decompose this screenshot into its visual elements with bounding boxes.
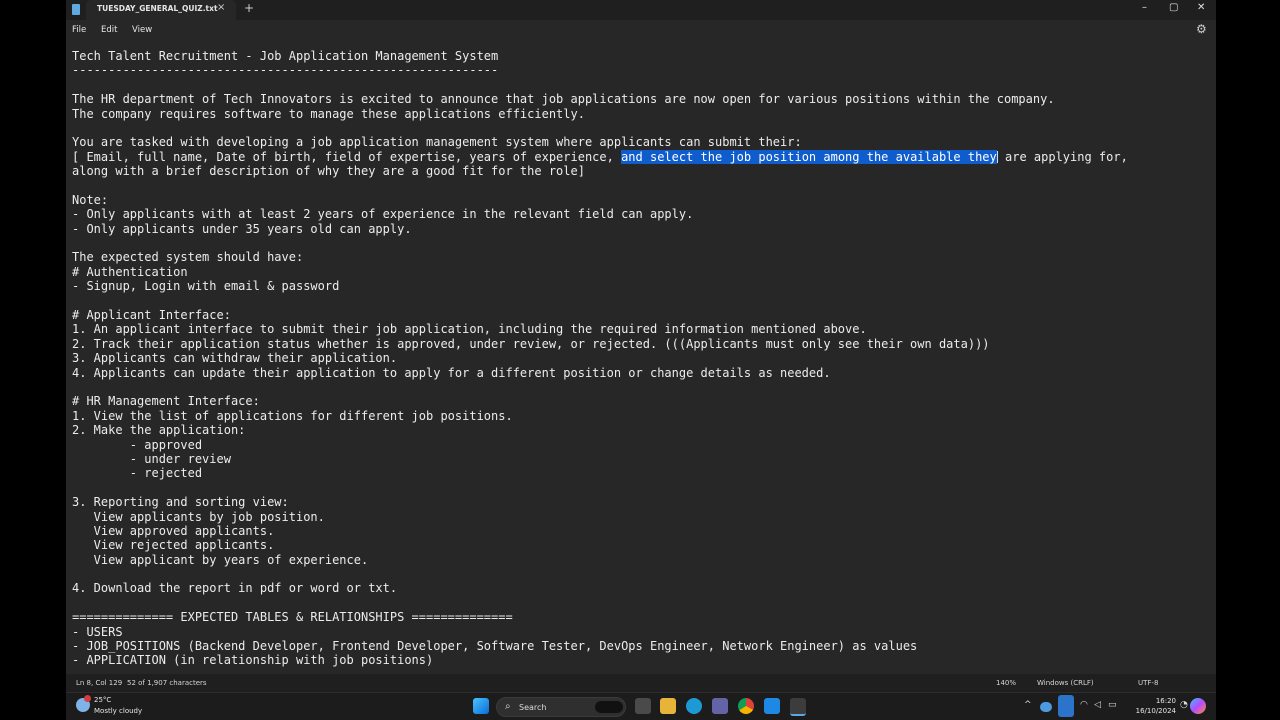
vscode-icon[interactable]	[764, 698, 780, 714]
weather-temperature[interactable]: 25°C	[94, 696, 111, 704]
tab-document[interactable]: TUESDAY_GENERAL_QUIZ.txt ×	[86, 0, 236, 20]
text-line: ============== EXPECTED TABLES & RELATIO…	[72, 610, 513, 625]
edge-browser-icon[interactable]	[686, 698, 702, 714]
text-line: # Applicant Interface:	[72, 308, 231, 323]
tab-title: TUESDAY_GENERAL_QUIZ.txt	[97, 4, 218, 13]
encoding[interactable]: UTF-8	[1138, 679, 1158, 687]
task-view-icon[interactable]	[635, 698, 651, 714]
text-line: The HR department of Tech Innovators is …	[72, 92, 1055, 107]
text-line: - Only applicants with at least 2 years …	[72, 207, 694, 222]
selection-count: 52 of 1,907 characters	[127, 679, 207, 687]
text-line	[72, 78, 1128, 92]
title-bar: TUESDAY_GENERAL_QUIZ.txt × + – ▢ ✕	[66, 0, 1216, 20]
text-line	[72, 481, 1128, 495]
text-line: The company requires software to manage …	[72, 106, 585, 121]
notification-bell-icon[interactable]: ◔	[1180, 700, 1188, 710]
notepad-app-icon	[72, 4, 80, 15]
text-line: 4. Download the report in pdf or word or…	[72, 581, 398, 596]
line-ending[interactable]: Windows (CRLF)	[1037, 679, 1094, 687]
text-line	[72, 179, 1128, 193]
zoom-level[interactable]: 140%	[996, 679, 1016, 687]
status-bar: Ln 8, Col 129 52 of 1,907 characters 140…	[66, 674, 1216, 692]
maximize-button[interactable]: ▢	[1169, 2, 1178, 13]
editor-lines: Tech Talent Recruitment - Job Applicatio…	[72, 49, 1128, 668]
text-line: The expected system should have:	[72, 250, 304, 265]
minimize-button[interactable]: –	[1142, 2, 1147, 13]
text-line: View approved applicants.	[72, 523, 275, 538]
text-line	[72, 567, 1128, 581]
text-line: - under review	[72, 451, 231, 466]
search-highlight-icon	[595, 701, 623, 713]
text-line: - USERS	[72, 624, 123, 639]
weather-description[interactable]: Mostly cloudy	[94, 707, 142, 715]
onedrive-icon[interactable]	[1040, 702, 1052, 712]
menu-edit[interactable]: Edit	[101, 25, 117, 35]
tray-chevron-icon[interactable]: ^	[1024, 700, 1032, 710]
settings-gear-icon[interactable]: ⚙	[1196, 22, 1207, 36]
text-line: View applicant by years of experience.	[72, 552, 369, 567]
cursor-position: Ln 8, Col 129	[76, 679, 123, 687]
menu-file[interactable]: File	[72, 25, 86, 35]
notepad-taskbar-icon[interactable]	[790, 698, 806, 716]
text-line	[72, 596, 1128, 610]
line-text-after-selection: are applying for,	[997, 149, 1128, 164]
clock-time[interactable]: 16:20	[1126, 697, 1176, 705]
chrome-icon[interactable]	[738, 698, 754, 714]
text-line: 4. Applicants can update their applicati…	[72, 365, 831, 380]
text-line: ----------------------------------------…	[72, 63, 499, 78]
menu-view[interactable]: View	[132, 25, 152, 35]
text-line: View rejected applicants.	[72, 538, 275, 553]
notification-badge	[84, 695, 91, 702]
line-text-before-selection: [ Email, full name, Date of birth, field…	[72, 149, 622, 164]
taskbar: 25°C Mostly cloudy ⌕ Search ^ ◠ ◁ ▭ 16:2…	[66, 692, 1216, 720]
selected-text: and select the job position among the av…	[621, 149, 997, 164]
text-line: Note:	[72, 192, 109, 207]
text-line: 2. Track their application status whethe…	[72, 336, 990, 351]
text-line	[72, 236, 1128, 250]
text-line: [ Email, full name, Date of birth, field…	[72, 149, 1128, 164]
text-line	[72, 294, 1128, 308]
new-tab-button[interactable]: +	[244, 1, 254, 15]
wifi-icon[interactable]: ◠	[1080, 700, 1088, 710]
text-line: 1. An applicant interface to submit thei…	[72, 322, 867, 337]
copilot-icon[interactable]	[1190, 698, 1206, 714]
text-line: 2. Make the application:	[72, 423, 246, 438]
text-line: 3. Applicants can withdraw their applica…	[72, 351, 398, 366]
text-line: - APPLICATION (in relationship with job …	[72, 653, 434, 668]
text-line: 3. Reporting and sorting view:	[72, 495, 289, 510]
notepad-window: TUESDAY_GENERAL_QUIZ.txt × + – ▢ ✕ File …	[66, 0, 1216, 692]
close-button[interactable]: ✕	[1197, 2, 1205, 13]
text-line	[72, 380, 1128, 394]
text-line: - rejected	[72, 466, 203, 481]
clock-date[interactable]: 16/10/2024	[1126, 707, 1176, 715]
teams-icon[interactable]	[712, 698, 728, 714]
taskbar-search[interactable]: ⌕ Search	[496, 697, 626, 717]
text-line: - Only applicants under 35 years old can…	[72, 221, 412, 236]
text-editor[interactable]: Tech Talent Recruitment - Job Applicatio…	[66, 40, 1216, 674]
tab-close-icon[interactable]: ×	[217, 2, 225, 13]
text-line: - JOB_POSITIONS (Backend Developer, Fron…	[72, 639, 918, 654]
battery-icon[interactable]: ▭	[1108, 700, 1117, 710]
text-line: - approved	[72, 437, 203, 452]
search-label: Search	[519, 703, 547, 712]
text-line: 1. View the list of applications for dif…	[72, 408, 513, 423]
text-line: You are tasked with developing a job app…	[72, 135, 802, 150]
text-line: # HR Management Interface:	[72, 394, 260, 409]
text-line: along with a brief description of why th…	[72, 164, 585, 179]
start-windows-icon[interactable]	[473, 698, 489, 714]
text-line: Tech Talent Recruitment - Job Applicatio…	[72, 49, 499, 63]
file-explorer-icon[interactable]	[660, 698, 676, 714]
text-line: # Authentication	[72, 264, 188, 279]
text-line: - Signup, Login with email & password	[72, 279, 340, 294]
microphone-icon[interactable]	[1058, 695, 1074, 717]
text-line	[72, 121, 1128, 135]
text-line: View applicants by job position.	[72, 509, 325, 524]
menu-bar: File Edit View ⚙	[66, 20, 1216, 40]
volume-icon[interactable]: ◁	[1094, 700, 1101, 710]
search-icon: ⌕	[505, 701, 511, 712]
